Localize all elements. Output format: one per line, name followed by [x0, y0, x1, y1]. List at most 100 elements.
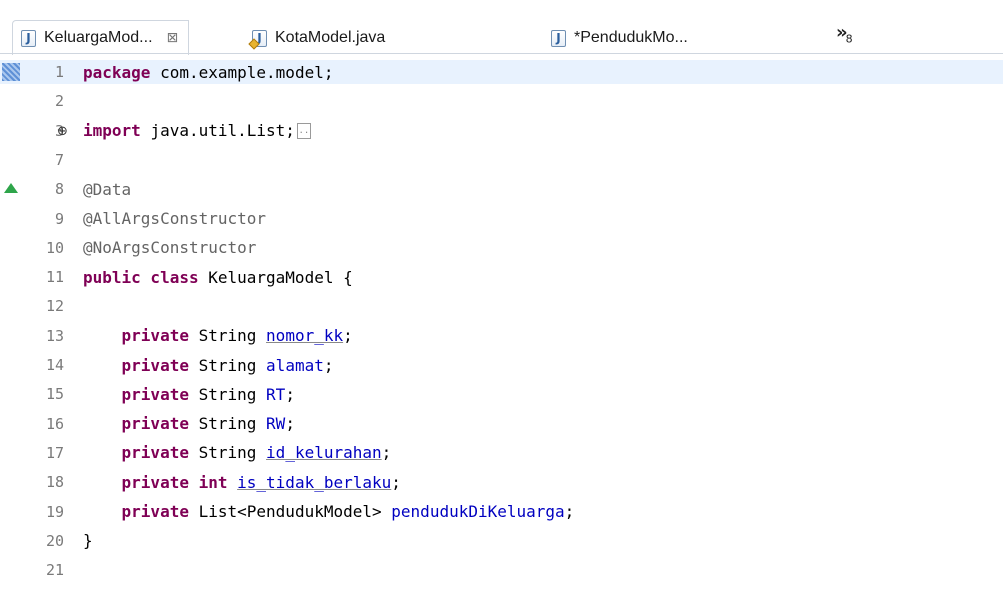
punctuation-token: ; — [564, 502, 575, 521]
code-text: private String RW; — [83, 414, 295, 433]
current-line-marker-icon — [2, 63, 20, 81]
line-number: 15 — [45, 385, 64, 404]
keyword-token: public class — [83, 267, 199, 287]
code-token: java.util.List; — [150, 121, 295, 141]
field-name-token: RT — [266, 384, 286, 404]
code-line[interactable]: 12 — [0, 294, 1003, 318]
code-line[interactable]: 1 package com.example.model; — [0, 60, 1003, 84]
code-text: public class KeluargaModel { — [83, 268, 353, 287]
code-token: KeluargaModel { — [208, 267, 353, 287]
code-text: private int is_tidak_berlaku; — [83, 473, 401, 492]
line-number: 11 — [45, 268, 64, 287]
punctuation-token: ; — [323, 355, 334, 375]
code-text: private String RT; — [83, 385, 295, 404]
keyword-token: private — [121, 326, 189, 346]
line-number: 19 — [45, 502, 64, 521]
punctuation-token: ; — [343, 326, 353, 346]
tab-label: KotaModel.java — [275, 29, 386, 46]
code-line[interactable]: 9 @AllArgsConstructor — [0, 207, 1003, 231]
code-line[interactable]: 21 — [0, 558, 1003, 582]
code-line[interactable]: 10 @NoArgsConstructor — [0, 236, 1003, 260]
code-line[interactable]: 8 @Data — [0, 177, 1003, 201]
code-line[interactable]: 2 — [0, 89, 1003, 113]
code-line[interactable]: 17 private String id_kelurahan; — [0, 441, 1003, 465]
hidden-tab-count: 8 — [845, 32, 853, 46]
field-name-token: is_tidak_berlaku — [237, 472, 392, 492]
code-line[interactable]: 18 private int is_tidak_berlaku; — [0, 470, 1003, 494]
tab-penduduk-model[interactable]: J *PendudukMo... — [551, 24, 688, 52]
code-line[interactable]: 14 private String alamat; — [0, 353, 1003, 377]
annotation-token: @AllArgsConstructor — [83, 209, 267, 228]
code-text: private String alamat; — [83, 355, 334, 375]
keyword-token: private — [121, 384, 189, 404]
code-text: import java.util.List;.. — [83, 121, 311, 140]
code-text: private List<PendudukModel> pendudukDiKe… — [83, 502, 575, 521]
java-file-icon: J — [21, 29, 36, 47]
tab-overflow-button[interactable]: »8 — [836, 22, 853, 46]
code-line[interactable]: 3 ⊕ import java.util.List;.. — [0, 119, 1003, 143]
override-indicator-icon[interactable] — [4, 183, 18, 194]
field-name-token: id_kelurahan — [266, 443, 382, 463]
line-number: 21 — [45, 561, 64, 580]
code-text: } — [83, 531, 93, 550]
code-line[interactable]: 20} — [0, 529, 1003, 553]
line-number: 17 — [45, 443, 64, 462]
tab-keluarga-model[interactable]: J KeluargaMod... ⊠ — [12, 20, 190, 55]
code-text: @AllArgsConstructor — [83, 209, 266, 228]
code-line[interactable]: 7 — [0, 148, 1003, 172]
code-token: com.example.model; — [160, 62, 334, 82]
code-token: String — [198, 384, 257, 404]
code-token: String — [198, 414, 257, 434]
code-text: private String id_kelurahan; — [83, 443, 392, 463]
keyword-token: private — [121, 502, 189, 521]
keyword-token: private — [121, 355, 189, 375]
keyword-token: private — [121, 414, 189, 434]
tab-label: KeluargaMod... — [44, 29, 153, 46]
code-editor[interactable]: 1 package com.example.model; 2 3 ⊕ import jav… — [0, 60, 1003, 607]
code-line[interactable]: 11 public class KeluargaModel { — [0, 265, 1003, 289]
tab-label: *PendudukMo... — [574, 29, 688, 46]
line-number: 7 — [54, 150, 64, 169]
annotation-token: @NoArgsConstructor — [83, 238, 257, 258]
code-token: String — [198, 326, 257, 346]
code-line[interactable]: 16 private String RW; — [0, 412, 1003, 436]
punctuation-token: ; — [391, 472, 401, 492]
tab-kota-model[interactable]: J KotaModel.java — [252, 24, 385, 52]
line-number: 1 — [54, 63, 64, 81]
code-token: String — [198, 355, 257, 375]
line-number: 12 — [45, 297, 64, 316]
line-number: 16 — [45, 414, 64, 433]
code-text: private String nomor_kk; — [83, 326, 353, 345]
keyword-token: private int — [121, 472, 228, 492]
line-number: 13 — [45, 326, 64, 345]
folded-imports-icon[interactable]: .. — [296, 122, 311, 139]
keyword-token: package — [83, 62, 151, 82]
tab-divider — [0, 53, 1003, 54]
code-token: } — [83, 531, 93, 551]
code-text: @NoArgsConstructor — [83, 238, 256, 257]
field-name-token: alamat — [266, 355, 324, 375]
annotation-token: @Data — [83, 179, 132, 199]
close-icon[interactable]: ⊠ — [167, 30, 179, 46]
code-line[interactable]: 13 private String nomor_kk; — [0, 324, 1003, 348]
code-line[interactable]: 15 private String RT; — [0, 382, 1003, 406]
field-name-token: pendudukDiKeluarga — [391, 502, 565, 521]
expand-fold-icon[interactable]: ⊕ — [57, 124, 68, 139]
punctuation-token: ; — [381, 443, 392, 463]
keyword-token: import — [83, 121, 141, 141]
editor-tab-bar: J KeluargaMod... ⊠ J KotaModel.java J *P… — [0, 0, 1003, 55]
field-name-token: nomor_kk — [266, 326, 344, 346]
line-number: 2 — [54, 92, 64, 111]
code-line[interactable]: 19 private List<PendudukModel> pendudukD… — [0, 500, 1003, 524]
line-number: 9 — [54, 209, 64, 228]
java-file-warning-icon: J — [252, 29, 267, 47]
java-file-icon: J — [551, 29, 566, 47]
punctuation-token: ; — [285, 384, 295, 404]
